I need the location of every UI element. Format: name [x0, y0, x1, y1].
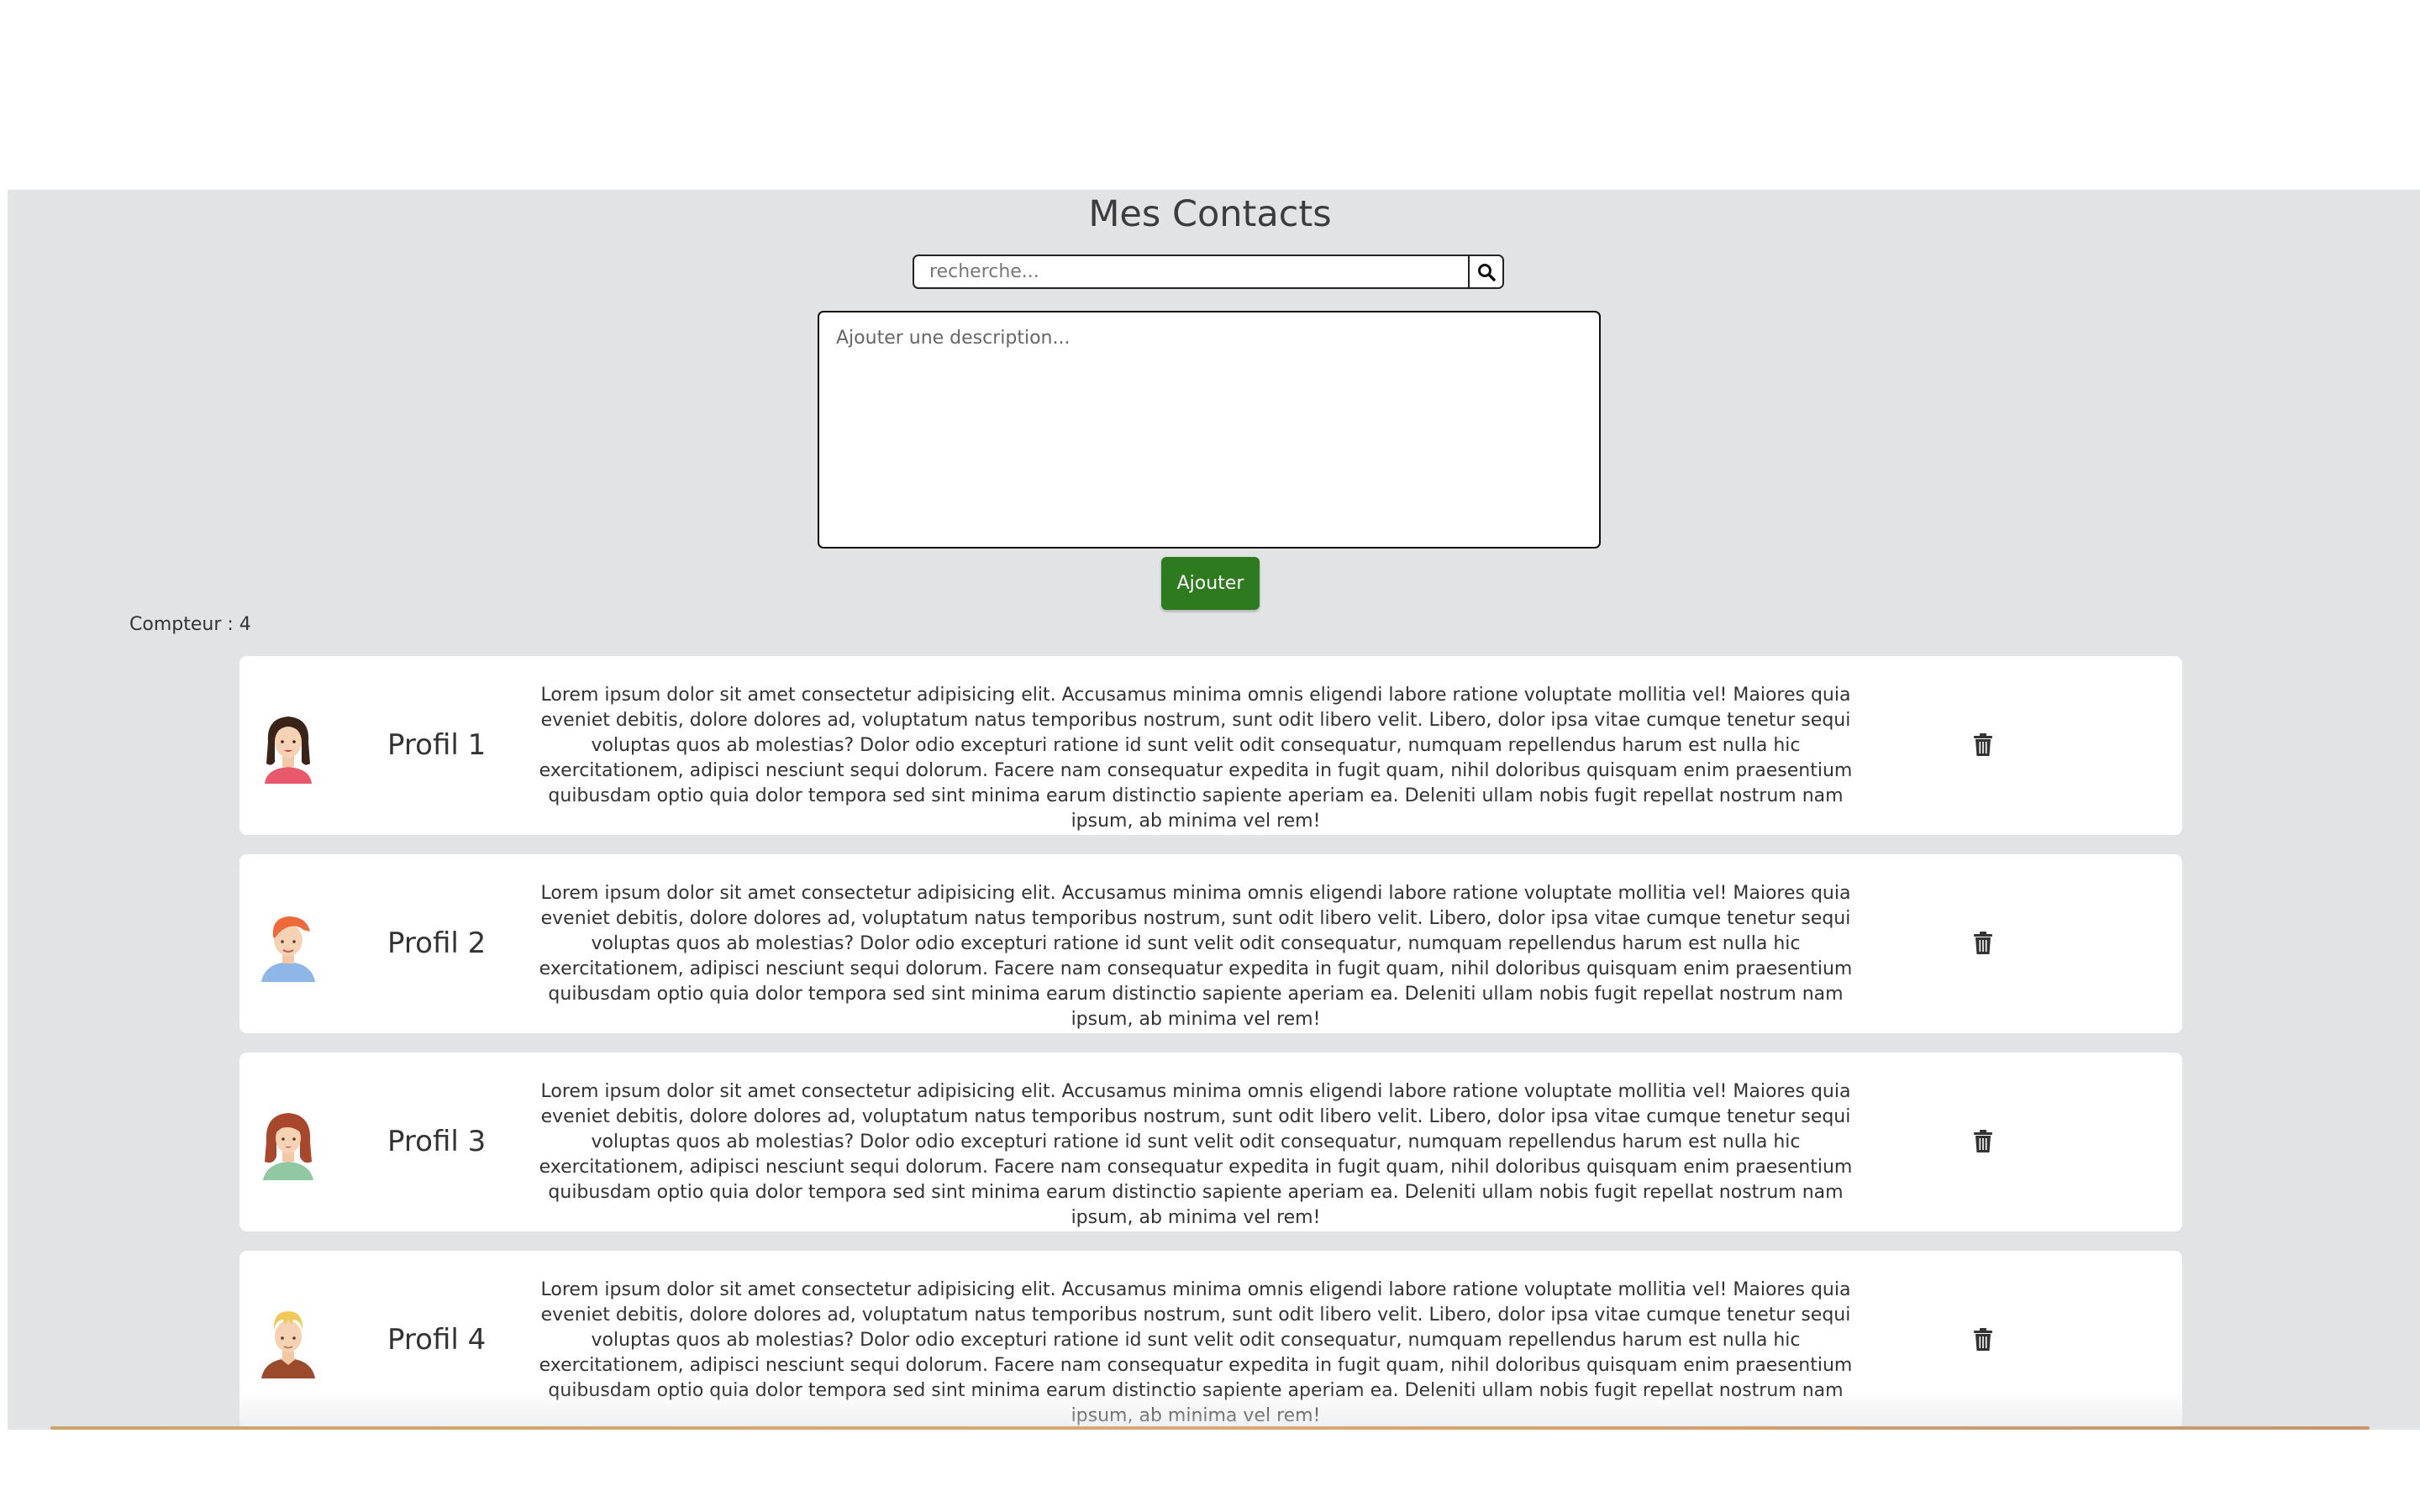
- man-blond-hair-avatar: [261, 1311, 315, 1378]
- page-title: Mes Contacts: [1088, 193, 1332, 235]
- search-icon: [1477, 263, 1496, 281]
- profile-name: Profil 3: [387, 1125, 487, 1158]
- profile-name: Profil 2: [387, 927, 487, 960]
- trash-icon: [1974, 733, 1992, 756]
- delete-button[interactable]: [1966, 927, 2000, 960]
- delete-button[interactable]: [1966, 1323, 2000, 1357]
- contact-card: Profil 3 Lorem ipsum dolor sit amet cons…: [239, 1053, 2182, 1231]
- delete-button[interactable]: [1966, 728, 2000, 762]
- profile-description: Lorem ipsum dolor sit amet consectetur a…: [539, 1081, 1853, 1228]
- search-button[interactable]: [1468, 256, 1502, 287]
- profile-description: Lorem ipsum dolor sit amet consectetur a…: [539, 883, 1853, 1030]
- contact-card: Profil 2 Lorem ipsum dolor sit amet cons…: [239, 854, 2182, 1033]
- woman-auburn-hair-avatar: [263, 1113, 313, 1180]
- trash-icon: [1974, 1328, 1992, 1351]
- search-bar: [913, 255, 1504, 289]
- contacts-page: Mes Contacts Ajouter Compteur : 4: [8, 190, 2420, 1430]
- contact-counter: Compteur : 4: [129, 614, 251, 635]
- contact-list: Profil 1 Lorem ipsum dolor sit amet cons…: [239, 656, 2182, 1449]
- description-textarea[interactable]: [818, 311, 1601, 549]
- profile-name: Profil 4: [387, 1323, 487, 1357]
- search-input[interactable]: [914, 256, 1468, 287]
- bottom-divider: [50, 1426, 2370, 1430]
- profile-description: Lorem ipsum dolor sit amet consectetur a…: [539, 1279, 1853, 1426]
- profile-name: Profil 1: [387, 728, 487, 762]
- trash-icon: [1974, 932, 1992, 954]
- contact-card: Profil 1 Lorem ipsum dolor sit amet cons…: [239, 656, 2182, 835]
- profile-description: Lorem ipsum dolor sit amet consectetur a…: [539, 685, 1853, 832]
- man-orange-hair-avatar: [261, 916, 315, 982]
- add-button[interactable]: Ajouter: [1161, 557, 1260, 610]
- trash-icon: [1974, 1130, 1992, 1152]
- delete-button[interactable]: [1966, 1125, 2000, 1158]
- contact-card: Profil 4 Lorem ipsum dolor sit amet cons…: [239, 1251, 2182, 1430]
- woman-dark-hair-avatar: [265, 717, 312, 784]
